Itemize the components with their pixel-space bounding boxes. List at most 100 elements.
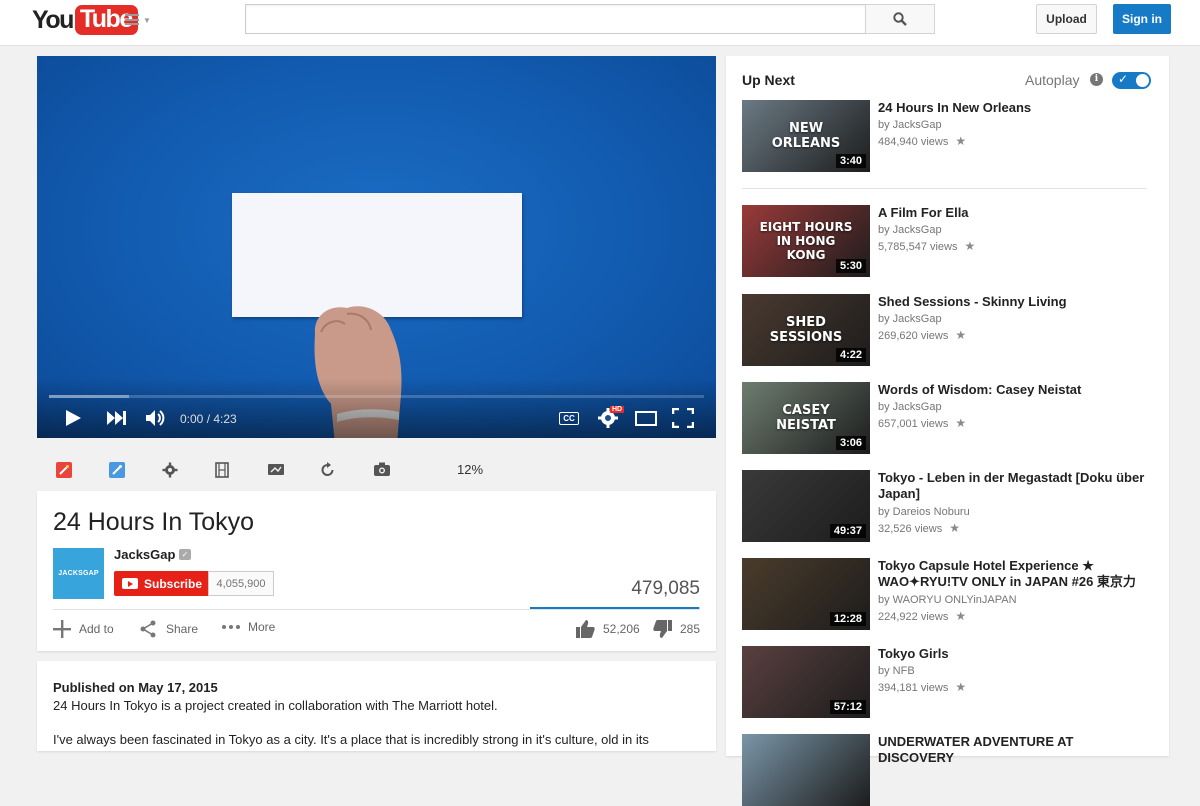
search-input[interactable]	[245, 4, 866, 34]
related-video-item[interactable]: 57:12 Tokyo Girls by NFB 394,181 views ★	[742, 646, 1154, 718]
search-button[interactable]	[865, 4, 935, 34]
play-icon[interactable]	[64, 409, 82, 427]
star-icon[interactable]: ★	[955, 609, 966, 623]
video-player[interactable]: 0:00 / 4:23 CC HD	[37, 56, 716, 438]
video-duration: 3:40	[835, 154, 866, 168]
video-title-link[interactable]: UNDERWATER ADVENTURE AT DISCOVERY	[878, 734, 1150, 766]
video-title-link[interactable]: 24 Hours In New Orleans	[878, 100, 1150, 116]
thumbs-down-icon	[653, 620, 672, 638]
video-channel: by Dareios Noburu	[878, 506, 970, 518]
related-video-item[interactable]: 12:28 Tokyo Capsule Hotel Experience ★ WA…	[742, 558, 1154, 630]
video-thumbnail[interactable]: 49:37	[742, 470, 870, 542]
video-title-link[interactable]: Tokyo - Leben in der Megastadt [Doku übe…	[878, 470, 1150, 502]
search-icon	[893, 12, 907, 26]
video-channel: by JacksGap	[878, 401, 942, 413]
video-views: 5,785,547 views	[878, 241, 958, 253]
like-button[interactable]: 52,206	[576, 620, 640, 638]
up-next-sidebar: Up Next Autoplay i ✓ NEW ORLEANS 3:40 24 H…	[726, 56, 1169, 806]
zoom-level: 12%	[457, 462, 484, 477]
related-video-item[interactable]: CASEY NEISTAT 3:06 Words of Wisdom: Casey …	[742, 382, 1154, 454]
description-line: 24 Hours In Tokyo is a project created i…	[53, 698, 498, 713]
video-duration: 12:28	[829, 612, 866, 626]
video-views: 394,181 views	[878, 682, 949, 694]
video-title-link[interactable]: Tokyo Capsule Hotel Experience ★ WAO✦RYU…	[878, 558, 1150, 590]
video-frame-paper	[232, 193, 522, 317]
hd-badge: HD	[610, 406, 625, 413]
share-button[interactable]: Share	[140, 620, 198, 638]
video-duration: 49:37	[829, 524, 866, 538]
related-video-item[interactable]: SHED SESSIONS 4:22 Shed Sessions - Skinny …	[742, 294, 1154, 366]
related-video-item[interactable]: NEW ORLEANS 3:40 24 Hours In New Orleans by…	[742, 100, 1154, 172]
camera-icon[interactable]	[374, 462, 390, 476]
thumbnail-text: EIGHT HOURS IN HONG KONG	[759, 220, 853, 262]
more-label: More	[248, 620, 276, 634]
film-icon[interactable]	[215, 462, 229, 478]
channel-name[interactable]: JacksGap	[114, 547, 175, 562]
guide-menu-button[interactable]: ▼	[125, 13, 151, 27]
video-thumbnail[interactable]	[742, 734, 870, 806]
video-views-row: 394,181 views ★	[878, 679, 966, 696]
sign-in-button[interactable]: Sign in	[1113, 4, 1171, 34]
video-thumbnail[interactable]: 57:12	[742, 646, 870, 718]
share-icon	[140, 620, 156, 638]
more-button[interactable]: More	[221, 620, 275, 634]
related-video-item[interactable]: UNDERWATER ADVENTURE AT DISCOVERY	[742, 734, 1154, 806]
video-views: 224,922 views	[878, 611, 949, 623]
star-icon[interactable]: ★	[955, 680, 966, 694]
add-to-button[interactable]: Add to	[53, 620, 114, 638]
check-icon: ✓	[1118, 72, 1129, 86]
star-icon[interactable]: ★	[965, 239, 976, 253]
gear-icon[interactable]	[162, 462, 178, 478]
star-icon[interactable]: ★	[955, 328, 966, 342]
next-icon[interactable]	[107, 411, 127, 425]
published-date: Published on May 17, 2015	[53, 680, 218, 695]
star-icon[interactable]: ★	[955, 134, 966, 148]
youtube-logo[interactable]: You Tube	[32, 4, 138, 36]
video-thumbnail[interactable]: NEW ORLEANS 3:40	[742, 100, 870, 172]
thumbs-up-icon	[576, 620, 595, 638]
channel-avatar[interactable]: JACKSGAP	[53, 548, 104, 599]
subscribe-button[interactable]: Subscribe	[114, 571, 208, 596]
volume-icon[interactable]	[145, 409, 165, 427]
theater-mode-button[interactable]	[635, 411, 657, 426]
video-thumbnail[interactable]: CASEY NEISTAT 3:06	[742, 382, 870, 454]
dislike-button[interactable]: 285	[653, 620, 700, 638]
dislike-count: 285	[680, 622, 701, 636]
upload-button[interactable]: Upload	[1036, 4, 1097, 34]
thumbnail-text: CASEY NEISTAT	[776, 403, 836, 433]
like-count: 52,206	[603, 622, 640, 636]
magic-actions-icon[interactable]	[56, 462, 72, 478]
view-count: 479,085	[631, 578, 700, 599]
video-channel: by JacksGap	[878, 119, 942, 131]
video-duration: 5:30	[835, 259, 866, 273]
progress-bar[interactable]	[49, 395, 704, 398]
up-next-heading: Up Next	[742, 72, 795, 88]
video-thumbnail[interactable]: EIGHT HOURS IN HONG KONG 5:30	[742, 205, 870, 277]
add-to-label: Add to	[79, 622, 114, 636]
video-duration: 3:06	[835, 436, 866, 450]
related-video-item[interactable]: 49:37 Tokyo - Leben in der Megastadt [Dok…	[742, 470, 1154, 542]
logo-you: You	[32, 5, 74, 34]
cinema-mode-icon[interactable]	[268, 462, 284, 476]
star-icon[interactable]: ★	[955, 416, 966, 430]
video-title-link[interactable]: Words of Wisdom: Casey Neistat	[878, 382, 1150, 398]
star-icon[interactable]: ★	[949, 521, 960, 535]
related-video-item[interactable]: EIGHT HOURS IN HONG KONG 5:30 A Film For E…	[742, 205, 1154, 277]
video-title-link[interactable]: Tokyo Girls	[878, 646, 1150, 662]
thumbnail-text: NEW ORLEANS	[771, 121, 841, 151]
subscriber-count: 4,055,900	[208, 571, 274, 596]
autoplay-toggle[interactable]: ✓	[1112, 72, 1151, 89]
fullscreen-icon[interactable]	[672, 408, 694, 428]
magic-wand-icon[interactable]	[109, 462, 125, 478]
masthead: You Tube ▼ Upload Sign in	[0, 0, 1200, 46]
info-icon[interactable]: i	[1090, 73, 1103, 86]
video-thumbnail[interactable]: SHED SESSIONS 4:22	[742, 294, 870, 366]
video-views: 657,001 views	[878, 418, 949, 430]
youtube-play-icon	[122, 578, 138, 589]
loop-icon[interactable]	[321, 462, 335, 478]
captions-button[interactable]: CC	[559, 412, 579, 425]
video-title-link[interactable]: A Film For Ella	[878, 205, 1150, 221]
video-title-link[interactable]: Shed Sessions - Skinny Living	[878, 294, 1150, 310]
video-thumbnail[interactable]: 12:28	[742, 558, 870, 630]
video-views-row: 224,922 views ★	[878, 608, 966, 625]
